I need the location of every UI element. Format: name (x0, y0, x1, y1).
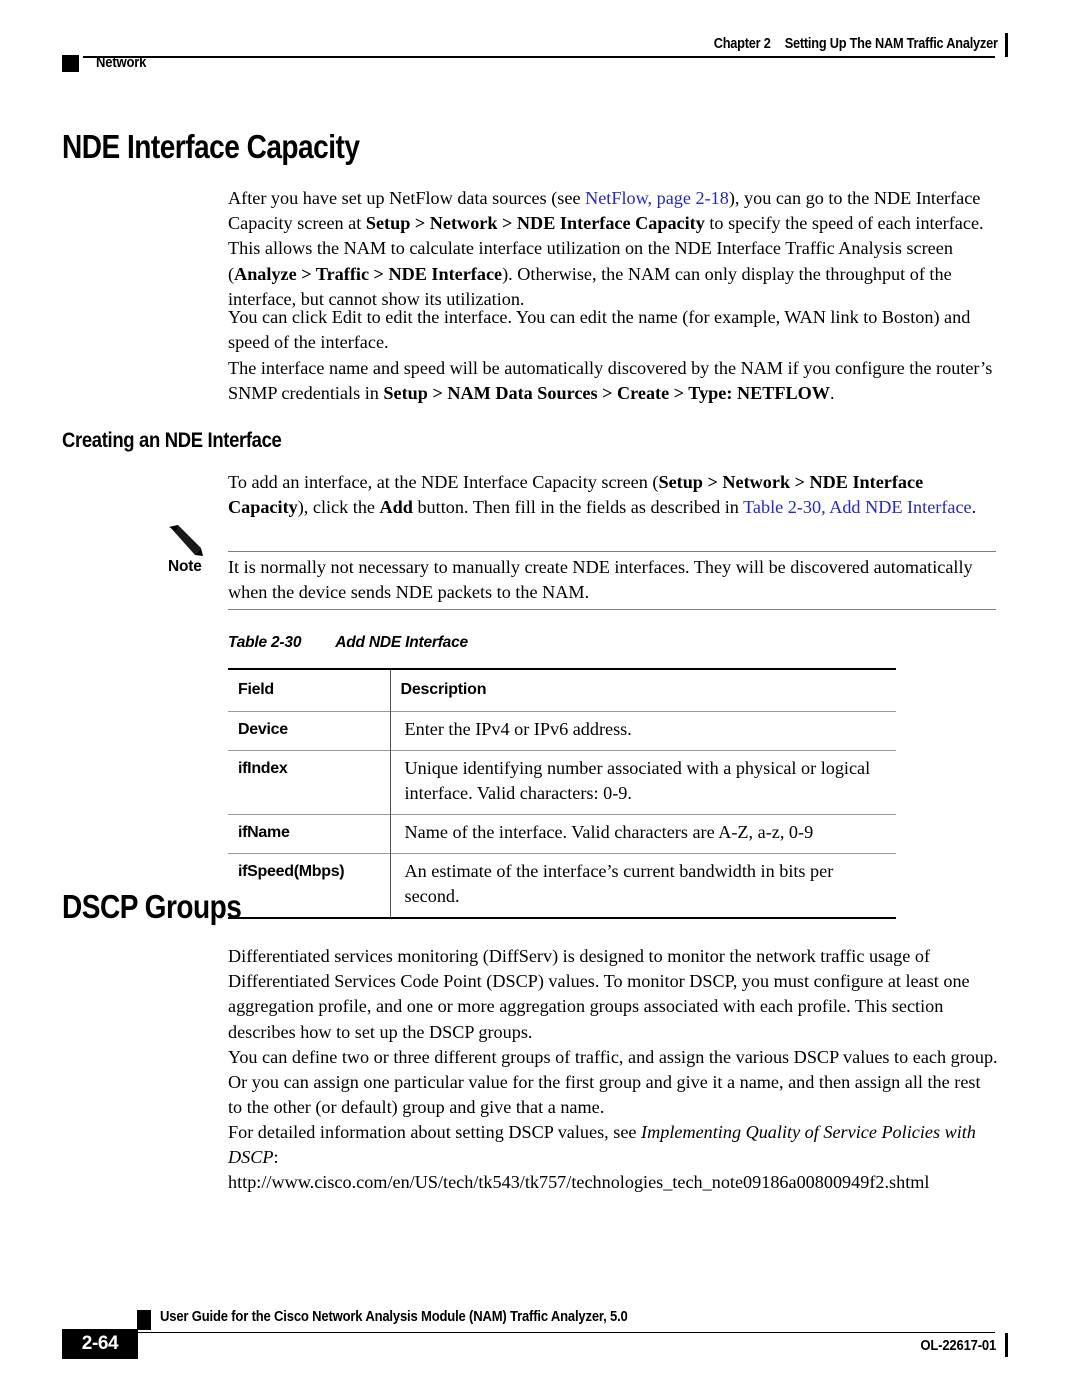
footer-guide-title: User Guide for the Cisco Network Analysi… (160, 1309, 628, 1325)
text-run: button. Then fill in the fields as descr… (412, 497, 744, 518)
paragraph-add-interface: To add an interface, at the NDE Interfac… (228, 470, 998, 520)
header-chapter-title: Setting Up The NAM Traffic Analyzer (784, 36, 998, 52)
table-body: Device Enter the IPv4 or IPv6 address. i… (228, 711, 896, 918)
table-row: ifName Name of the interface. Valid char… (228, 814, 896, 854)
link-netflow-page-2-18[interactable]: NetFlow, page 2-18 (585, 188, 729, 208)
table-caption: Table 2-30 Add NDE Interface (228, 634, 468, 652)
paragraph-define-groups: You can define two or three different gr… (228, 1047, 998, 1118)
text-run: . (829, 383, 835, 404)
text-run: After you have set up NetFlow data sourc… (228, 188, 586, 208)
page-title-dscp-groups: DSCP Groups (62, 888, 242, 925)
bold-add-button-ref: Add (379, 497, 413, 518)
footer-rule (132, 1331, 995, 1333)
header-chapter-label: Chapter 2 (714, 36, 771, 52)
url-dscp-tech-note[interactable]: http://www.cisco.com/en/US/tech/tk543/tk… (228, 1170, 998, 1195)
text-run: . (971, 497, 977, 518)
note-label: Note (168, 558, 202, 575)
page-title-nde-interface-capacity: NDE Interface Capacity (62, 128, 360, 165)
paragraph-detailed-info: For detailed information about setting D… (228, 1120, 998, 1170)
cell-description: Unique identifying number associated wit… (404, 758, 871, 803)
header-chapter-info: Chapter 2 Setting Up The NAM Traffic Anal… (714, 36, 998, 52)
paragraph-nde-intro: After you have set up NetFlow data sourc… (228, 186, 998, 312)
note-rule-top (228, 551, 996, 553)
link-table-2-30-add-nde-interface[interactable]: Table 2-30, Add NDE Interface (743, 497, 972, 517)
cell-field: ifIndex (228, 750, 391, 815)
paragraph-edit-interface: You can click Edit to edit the interface… (228, 307, 971, 353)
table-header-row: Field Description (228, 669, 896, 712)
table-caption-number: Table 2-30 (228, 634, 302, 651)
heading-creating-an-nde-interface: Creating an NDE Interface (62, 428, 282, 452)
text-run: For detailed information about setting D… (228, 1122, 642, 1142)
text-run: ), click the (297, 497, 380, 518)
page-footer: User Guide for the Cisco Network Analysi… (0, 1277, 1080, 1397)
column-header-field: Field (228, 669, 391, 712)
table-caption-title: Add NDE Interface (335, 634, 468, 651)
pencil-icon (169, 525, 203, 556)
page-header: Chapter 2 Setting Up The NAM Traffic Anal… (0, 0, 1080, 90)
footer-doc-id: OL-22617-01 (920, 1338, 996, 1354)
table-row: ifSpeed(Mbps) An estimate of the interfa… (228, 853, 896, 918)
cell-description: Name of the interface. Valid characters … (404, 822, 814, 842)
paragraph-diffserv-overview: Differentiated services monitoring (Diff… (228, 946, 970, 1042)
table-row: ifIndex Unique identifying number associ… (228, 750, 896, 815)
cell-description: An estimate of the interface’s current b… (404, 861, 834, 906)
column-header-description: Description (400, 681, 487, 698)
table-row: Device Enter the IPv4 or IPv6 address. (228, 711, 896, 751)
text-run: To add an interface, at the NDE Interfac… (228, 472, 659, 492)
footer-page-number: 2-64 (62, 1329, 138, 1359)
header-edge-tick (1005, 33, 1008, 57)
bold-path-analyze-traffic-nde: Analyze > Traffic > NDE Interface (234, 263, 503, 284)
cell-field: ifSpeed(Mbps) (228, 853, 391, 918)
bold-path-setup-network-nde: Setup > Network > NDE Interface Capacity (365, 213, 705, 234)
note-text: It is normally not necessary to manually… (228, 557, 973, 603)
footer-edge-tick (1005, 1333, 1008, 1357)
header-square-bullet-icon (62, 55, 79, 72)
note-rule-bottom (228, 609, 996, 611)
cell-field: Device (228, 711, 391, 751)
add-nde-interface-table: Field Description Device Enter the IPv4 … (228, 668, 896, 919)
cell-field: ifName (228, 814, 391, 854)
header-rule (83, 56, 995, 58)
header-section-label: Network (96, 55, 147, 71)
text-run: : (273, 1147, 279, 1168)
paragraph-snmp-autodiscovery: The interface name and speed will be aut… (228, 356, 998, 406)
footer-square-bullet-icon (137, 1310, 151, 1330)
bold-path-nam-data-sources: Setup > NAM Data Sources > Create > Type… (383, 383, 830, 404)
cell-description: Enter the IPv4 or IPv6 address. (404, 719, 632, 739)
